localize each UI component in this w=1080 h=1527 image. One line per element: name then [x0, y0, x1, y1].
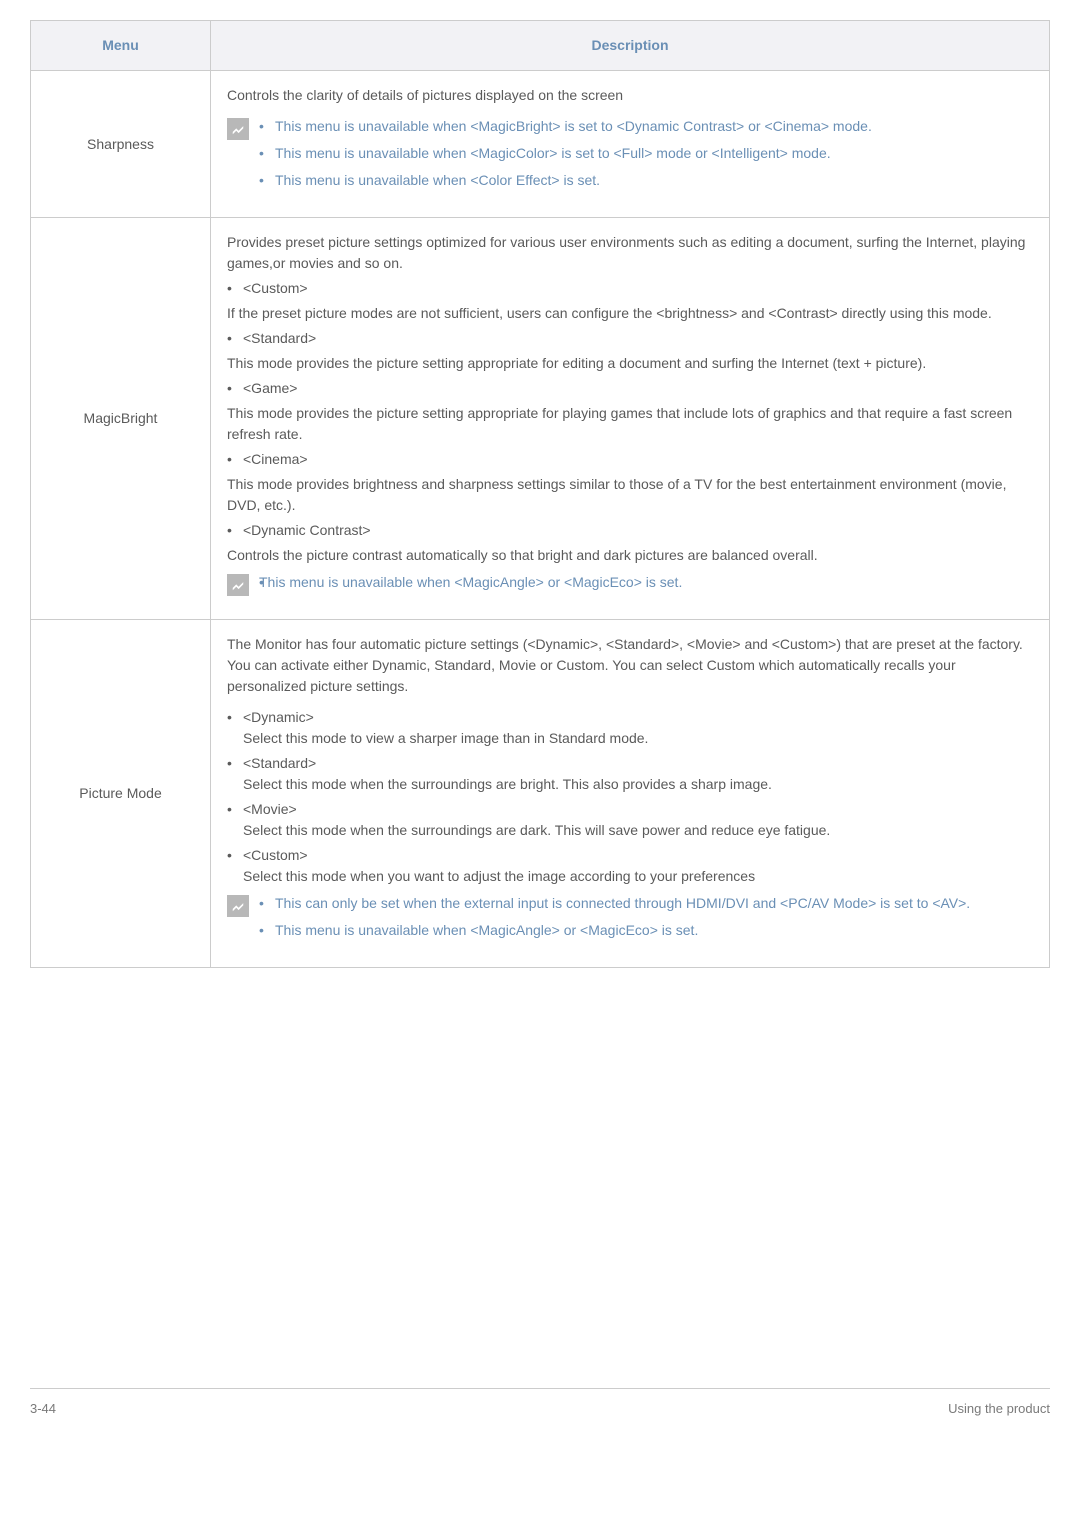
header-description: Description — [211, 21, 1050, 71]
note-block: This can only be set when the external i… — [227, 893, 1033, 947]
sharpness-intro: Controls the clarity of details of pictu… — [227, 85, 1033, 106]
option-custom: <Custom> Select this mode when you want … — [227, 845, 1033, 887]
desc-magicbright: Provides preset picture settings optimiz… — [211, 218, 1050, 620]
page-number: 3-44 — [30, 1399, 56, 1419]
option-custom: <Custom> — [227, 278, 1033, 299]
option-desc: Select this mode when the surroundings a… — [243, 776, 772, 792]
section-title: Using the product — [948, 1399, 1050, 1419]
table-row: Sharpness Controls the clarity of detail… — [31, 71, 1050, 218]
option-dynamic: <Dynamic> Select this mode to view a sha… — [227, 707, 1033, 749]
option-cinema: <Cinema> — [227, 449, 1033, 470]
option-desc: Select this mode when you want to adjust… — [243, 868, 755, 884]
option-dc-desc: Controls the picture contrast automatica… — [227, 545, 1033, 566]
note-item: This menu is unavailable when <MagicAngl… — [259, 572, 1033, 593]
note-icon — [227, 118, 249, 140]
note-list: This menu is unavailable when <MagicBrig… — [259, 116, 1033, 197]
option-label: <Custom> — [243, 847, 308, 863]
header-menu: Menu — [31, 21, 211, 71]
note-item: This menu is unavailable when <Color Eff… — [259, 170, 1033, 191]
option-game: <Game> — [227, 378, 1033, 399]
page-footer: 3-44 Using the product — [30, 1388, 1050, 1419]
note-list: This menu is unavailable when <MagicAngl… — [259, 572, 1033, 599]
option-game-desc: This mode provides the picture setting a… — [227, 403, 1033, 445]
option-desc: Select this mode to view a sharper image… — [243, 730, 648, 746]
option-label: <Movie> — [243, 801, 297, 817]
table-row: Picture Mode The Monitor has four automa… — [31, 620, 1050, 968]
table-row: MagicBright Provides preset picture sett… — [31, 218, 1050, 620]
menu-description-table: Menu Description Sharpness Controls the … — [30, 20, 1050, 968]
option-desc: Select this mode when the surroundings a… — [243, 822, 830, 838]
menu-sharpness: Sharpness — [31, 71, 211, 218]
note-block: This menu is unavailable when <MagicAngl… — [227, 572, 1033, 599]
magicbright-intro: Provides preset picture settings optimiz… — [227, 232, 1033, 274]
menu-picture-mode: Picture Mode — [31, 620, 211, 968]
option-label: <Standard> — [243, 755, 316, 771]
note-item: This can only be set when the external i… — [259, 893, 1033, 914]
picturemode-intro: The Monitor has four automatic picture s… — [227, 634, 1033, 697]
note-icon — [227, 895, 249, 917]
note-item: This menu is unavailable when <MagicAngl… — [259, 920, 1033, 941]
option-cinema-desc: This mode provides brightness and sharpn… — [227, 474, 1033, 516]
note-list: This can only be set when the external i… — [259, 893, 1033, 947]
note-block: This menu is unavailable when <MagicBrig… — [227, 116, 1033, 197]
option-custom-desc: If the preset picture modes are not suff… — [227, 303, 1033, 324]
note-icon — [227, 574, 249, 596]
option-standard: <Standard> Select this mode when the sur… — [227, 753, 1033, 795]
option-dynamic-contrast: <Dynamic Contrast> — [227, 520, 1033, 541]
option-movie: <Movie> Select this mode when the surrou… — [227, 799, 1033, 841]
note-item: This menu is unavailable when <MagicColo… — [259, 143, 1033, 164]
desc-picture-mode: The Monitor has four automatic picture s… — [211, 620, 1050, 968]
note-item: This menu is unavailable when <MagicBrig… — [259, 116, 1033, 137]
option-standard-desc: This mode provides the picture setting a… — [227, 353, 1033, 374]
desc-sharpness: Controls the clarity of details of pictu… — [211, 71, 1050, 218]
option-list: <Dynamic> Select this mode to view a sha… — [227, 707, 1033, 887]
menu-magicbright: MagicBright — [31, 218, 211, 620]
option-standard: <Standard> — [227, 328, 1033, 349]
option-label: <Dynamic> — [243, 709, 314, 725]
